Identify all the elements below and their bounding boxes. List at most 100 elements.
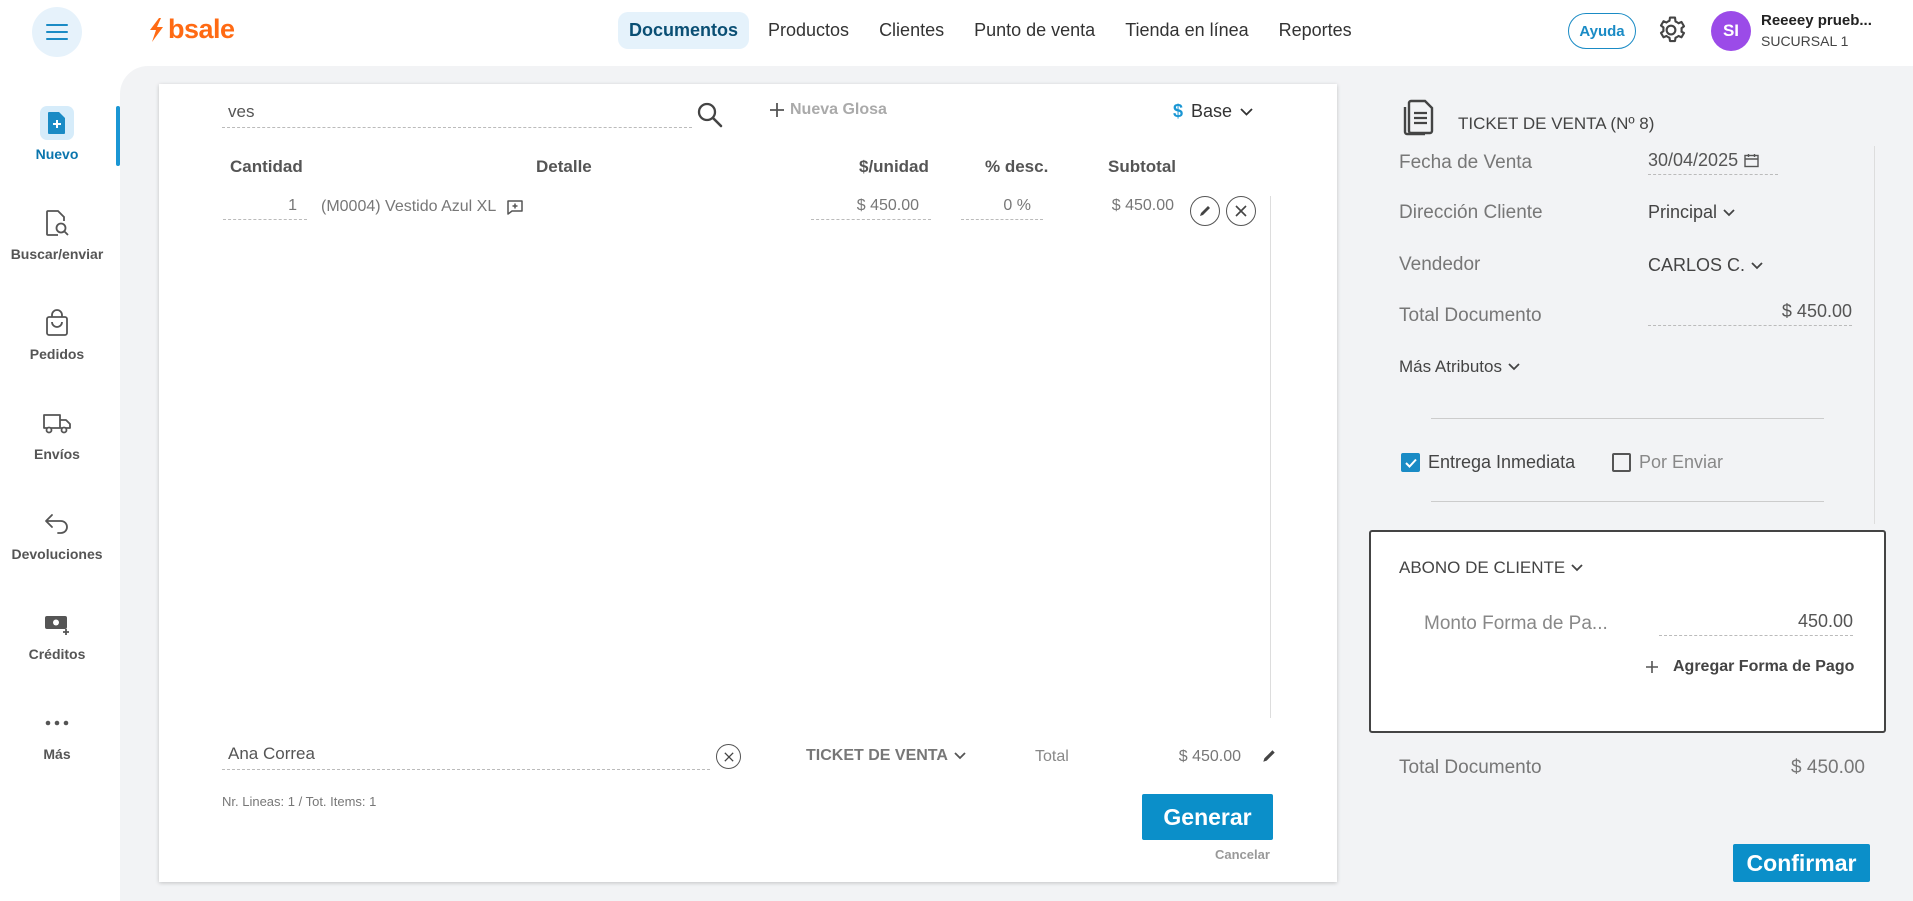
price-list-select[interactable]: $ Base bbox=[1173, 101, 1253, 122]
lines-summary: Nr. Lineas: 1 / Tot. Items: 1 bbox=[222, 794, 377, 809]
sidebar-item-mas[interactable]: Más bbox=[0, 706, 114, 762]
sidebar-item-devoluciones[interactable]: Devoluciones bbox=[0, 506, 114, 562]
por-enviar-checkbox[interactable]: Por Enviar bbox=[1612, 452, 1723, 473]
remove-row-button[interactable] bbox=[1226, 196, 1256, 226]
sidebar-item-pedidos[interactable]: Pedidos bbox=[0, 306, 114, 362]
mas-atributos-label: Más Atributos bbox=[1399, 357, 1502, 376]
document-icon bbox=[1402, 98, 1436, 141]
plus-icon bbox=[770, 103, 784, 117]
column-header-subtotal: Subtotal bbox=[1108, 157, 1176, 176]
vendedor-label: Vendedor bbox=[1399, 254, 1481, 275]
footer-total-value: $ 450.00 bbox=[1791, 757, 1865, 778]
plus-icon bbox=[1646, 661, 1658, 673]
column-header-discount: % desc. bbox=[985, 157, 1049, 176]
nav-productos[interactable]: Productos bbox=[757, 12, 860, 49]
chevron-down-icon bbox=[954, 752, 966, 760]
sidebar-label: Envíos bbox=[34, 446, 80, 462]
chevron-down-icon bbox=[1508, 363, 1520, 371]
row-quantity-input[interactable]: 1 bbox=[223, 197, 307, 220]
client-input[interactable]: Ana Correa bbox=[222, 744, 710, 770]
fecha-venta-input[interactable]: 30/04/2025 bbox=[1648, 150, 1778, 175]
sidebar-label: Pedidos bbox=[29, 346, 85, 362]
hamburger-menu-button[interactable] bbox=[32, 7, 82, 57]
nav-tienda-en-linea[interactable]: Tienda en línea bbox=[1114, 12, 1259, 49]
nav-reportes[interactable]: Reportes bbox=[1268, 12, 1363, 49]
por-enviar-label: Por Enviar bbox=[1639, 452, 1724, 472]
search-button[interactable] bbox=[696, 101, 724, 134]
total-value: $ 450.00 bbox=[1178, 748, 1241, 765]
separator bbox=[1431, 501, 1824, 502]
abono-cliente-toggle[interactable]: ABONO DE CLIENTE bbox=[1399, 558, 1583, 578]
close-icon bbox=[1235, 205, 1247, 217]
help-button[interactable]: Ayuda bbox=[1568, 13, 1636, 49]
clear-client-button[interactable] bbox=[716, 744, 741, 769]
document-type-select[interactable]: TICKET DE VENTA bbox=[806, 747, 966, 765]
direccion-cliente-label: Dirección Cliente bbox=[1399, 202, 1543, 223]
chevron-down-icon bbox=[1751, 261, 1763, 269]
vendedor-select[interactable]: CARLOS C. bbox=[1648, 255, 1763, 276]
sidebar-item-buscar[interactable]: Buscar/enviar bbox=[0, 206, 114, 262]
document-type-value: TICKET DE VENTA bbox=[806, 747, 948, 764]
sidebar-active-indicator bbox=[116, 106, 120, 166]
logo-bolt-icon bbox=[150, 17, 163, 42]
settings-button[interactable] bbox=[1656, 15, 1686, 50]
return-arrow-icon bbox=[40, 506, 74, 540]
agregar-forma-pago-button[interactable]: Agregar Forma de Pago bbox=[1645, 658, 1854, 676]
bag-icon bbox=[40, 306, 74, 340]
new-document-icon bbox=[40, 106, 74, 140]
monto-forma-pago-input[interactable]: 450.00 bbox=[1659, 611, 1853, 636]
document-title: TICKET DE VENTA (Nº 8) bbox=[1458, 114, 1655, 133]
user-branch: SUCURSAL 1 bbox=[1761, 33, 1849, 49]
direccion-cliente-value: Principal bbox=[1648, 202, 1718, 222]
bsale-logo[interactable]: bsale bbox=[146, 14, 235, 45]
total-label: Total bbox=[1035, 748, 1069, 765]
fecha-venta-value: 30/04/2025 bbox=[1648, 150, 1739, 170]
fecha-venta-label: Fecha de Venta bbox=[1399, 152, 1533, 173]
cancelar-link[interactable]: Cancelar bbox=[1215, 847, 1270, 862]
check-icon bbox=[1404, 458, 1417, 468]
chevron-down-icon bbox=[1240, 107, 1253, 116]
sidebar-label: Nuevo bbox=[35, 146, 79, 162]
direccion-cliente-select[interactable]: Principal bbox=[1648, 202, 1735, 223]
sidebar-label: Devoluciones bbox=[11, 546, 103, 562]
nav-documentos[interactable]: Documentos bbox=[618, 12, 750, 49]
product-search-input[interactable]: ves bbox=[222, 102, 692, 128]
sidebar-item-creditos[interactable]: Créditos bbox=[0, 606, 114, 662]
checkbox-unchecked bbox=[1612, 453, 1631, 472]
generar-button[interactable]: Generar bbox=[1142, 794, 1273, 840]
entrega-inmediata-checkbox[interactable]: Entrega Inmediata bbox=[1401, 452, 1575, 473]
nav-punto-de-venta[interactable]: Punto de venta bbox=[963, 12, 1106, 49]
edit-row-button[interactable] bbox=[1190, 196, 1220, 226]
sidebar-item-nuevo[interactable]: Nuevo bbox=[0, 106, 114, 162]
gear-icon bbox=[1659, 16, 1686, 43]
row-unit-price-input[interactable]: $ 450.00 bbox=[811, 197, 931, 220]
hamburger-icon bbox=[46, 24, 68, 40]
avatar[interactable]: SI bbox=[1711, 11, 1751, 51]
calendar-icon[interactable] bbox=[1744, 153, 1759, 168]
vendedor-value: CARLOS C. bbox=[1648, 255, 1746, 275]
add-comment-icon[interactable] bbox=[506, 198, 524, 216]
separator bbox=[1431, 418, 1824, 419]
monto-forma-pago-label: Monto Forma de Pa... bbox=[1424, 613, 1608, 634]
nav-clientes[interactable]: Clientes bbox=[868, 12, 955, 49]
price-list-value: Base bbox=[1191, 101, 1233, 121]
edit-total-button[interactable] bbox=[1261, 748, 1277, 769]
user-name[interactable]: Reeeey prueb... bbox=[1761, 12, 1879, 29]
sidebar-label: Créditos bbox=[28, 646, 86, 662]
sidebar-item-envios[interactable]: Envíos bbox=[0, 406, 114, 462]
chevron-down-icon bbox=[1723, 208, 1735, 216]
more-dots-icon bbox=[40, 706, 74, 740]
truck-icon bbox=[40, 406, 74, 440]
nueva-glosa-button[interactable]: Nueva Glosa bbox=[769, 101, 887, 119]
pencil-icon bbox=[1200, 206, 1210, 216]
confirmar-button[interactable]: Confirmar bbox=[1733, 844, 1870, 882]
table-scroll-divider bbox=[1270, 196, 1271, 718]
cash-icon bbox=[40, 606, 74, 640]
pencil-icon bbox=[1263, 750, 1275, 762]
row-discount-input[interactable]: 0 % bbox=[961, 197, 1043, 220]
chevron-down-icon bbox=[1571, 564, 1583, 572]
column-header-detalle: Detalle bbox=[536, 157, 592, 176]
panel-scroll-divider bbox=[1874, 146, 1875, 524]
mas-atributos-toggle[interactable]: Más Atributos bbox=[1399, 357, 1520, 377]
nueva-glosa-label: Nueva Glosa bbox=[790, 101, 887, 118]
